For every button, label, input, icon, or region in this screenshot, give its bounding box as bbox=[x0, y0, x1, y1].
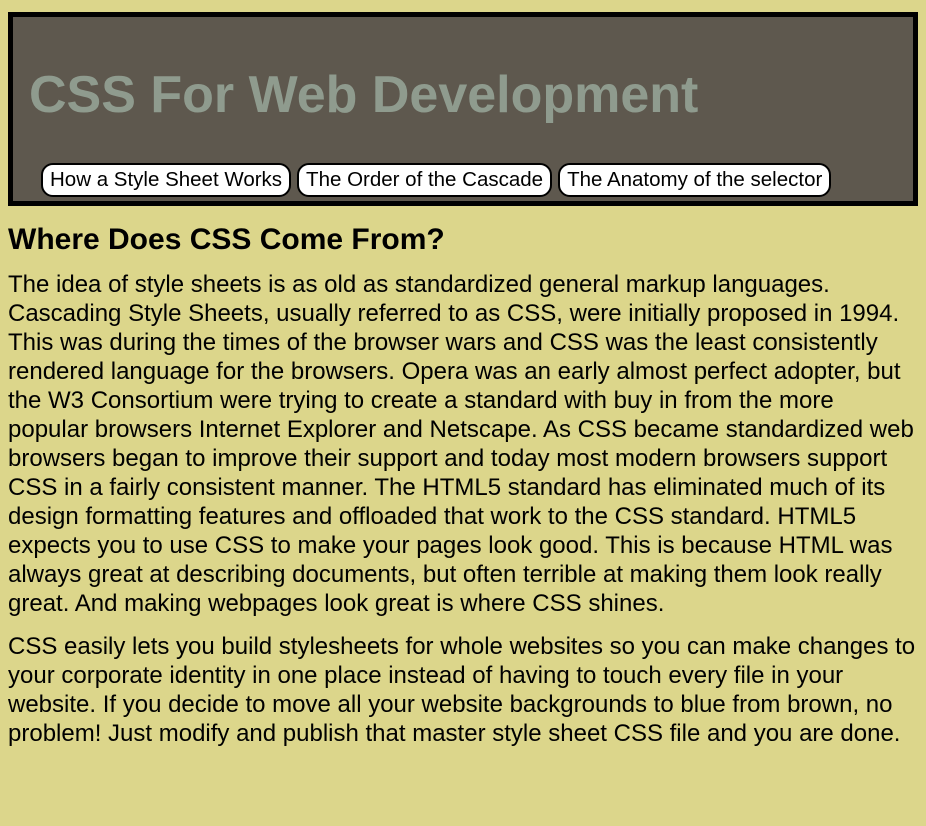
main-nav: How a Style Sheet Works The Order of the… bbox=[41, 163, 832, 197]
nav-link-order-of-cascade[interactable]: The Order of the Cascade bbox=[297, 163, 553, 197]
section-heading: Where Does CSS Come From? bbox=[8, 223, 445, 256]
site-title: CSS For Web Development bbox=[29, 66, 699, 124]
page: CSS For Web Development How a Style Shee… bbox=[0, 0, 926, 748]
site-header: CSS For Web Development How a Style Shee… bbox=[8, 12, 918, 206]
nav-link-anatomy-of-selector[interactable]: The Anatomy of the selector bbox=[558, 163, 832, 197]
paragraph-benefits: CSS easily lets you build stylesheets fo… bbox=[8, 633, 916, 747]
main-content: Where Does CSS Come From? The idea of st… bbox=[8, 222, 918, 748]
nav-link-style-sheet-works[interactable]: How a Style Sheet Works bbox=[41, 163, 292, 197]
paragraph-history: The idea of style sheets is as old as st… bbox=[8, 271, 914, 617]
